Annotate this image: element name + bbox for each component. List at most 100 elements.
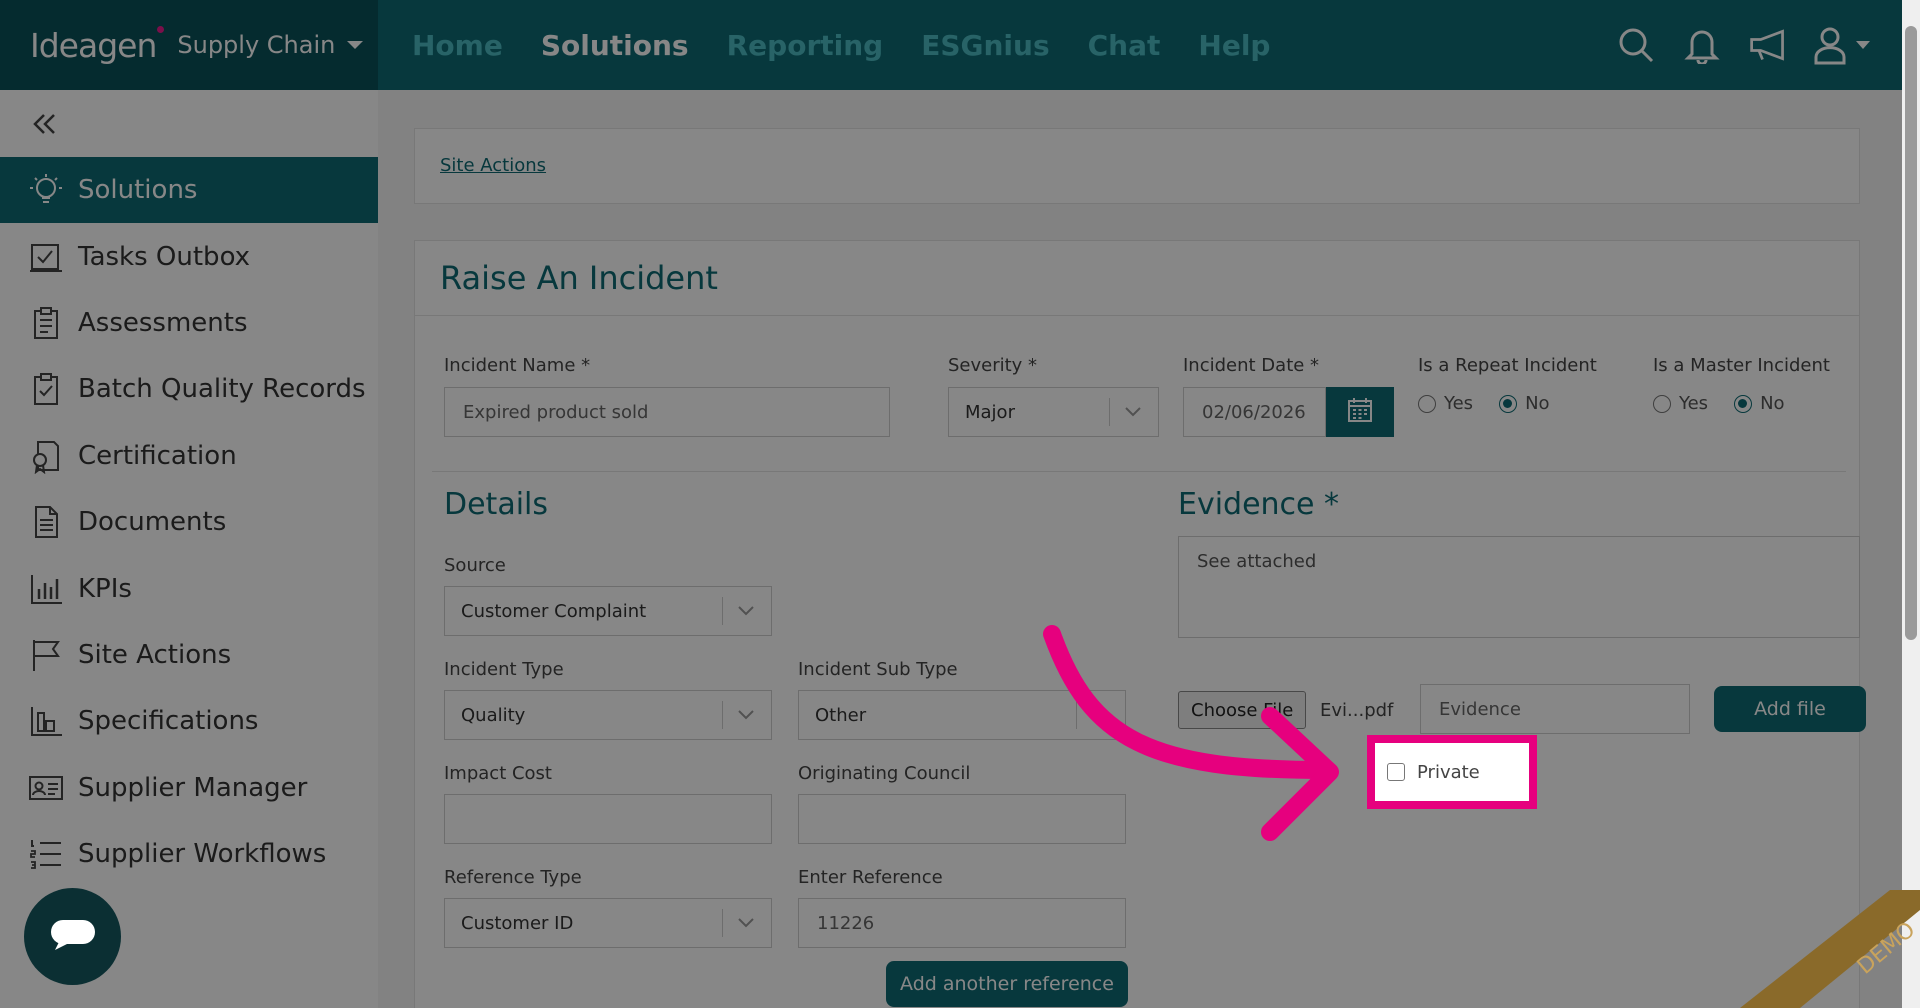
- severity-value: Major: [965, 401, 1015, 423]
- add-reference-button[interactable]: Add another reference: [886, 961, 1128, 1007]
- arrow-annotation-icon: [1043, 625, 1339, 841]
- source-label: Source: [444, 555, 506, 576]
- sidebar-item-tasks-outbox[interactable]: Tasks Outbox: [0, 223, 378, 289]
- sidebar-item-supplier-workflows[interactable]: Supplier Workflows: [0, 821, 378, 887]
- impact-cost-label: Impact Cost: [444, 763, 552, 784]
- collapse-sidebar-icon[interactable]: [30, 110, 60, 140]
- source-value: Customer Complaint: [461, 600, 647, 622]
- incident-sub-type-value: Other: [815, 704, 867, 726]
- sidebar-item-label: Supplier Workflows: [78, 839, 327, 870]
- numbered-list-icon: [28, 836, 64, 872]
- repeat-no-label: No: [1525, 393, 1550, 414]
- incident-type-value: Quality: [461, 704, 526, 726]
- private-checkbox[interactable]: [1387, 763, 1405, 781]
- clipboard-check-icon: [28, 371, 64, 407]
- select-separator: [722, 909, 723, 937]
- specs-icon: [28, 703, 64, 739]
- incident-date-value: 02/06/2026: [1202, 401, 1306, 423]
- nav-chat[interactable]: Chat: [1088, 29, 1161, 62]
- repeat-no-radio[interactable]: [1499, 394, 1518, 413]
- user-icon[interactable]: [1814, 25, 1874, 65]
- sidebar-item-label: Documents: [78, 507, 227, 538]
- incident-name-input[interactable]: Expired product sold: [444, 387, 890, 437]
- clipboard-icon: [28, 305, 64, 341]
- severity-label: Severity *: [948, 355, 1038, 376]
- scrollbar-thumb[interactable]: [1905, 26, 1917, 640]
- repeat-yes-label: Yes: [1444, 393, 1474, 414]
- nav-reporting[interactable]: Reporting: [727, 29, 884, 62]
- nav-help[interactable]: Help: [1198, 29, 1270, 62]
- sidebar-item-kpis[interactable]: KPIs: [0, 555, 378, 621]
- nav-home[interactable]: Home: [412, 29, 503, 62]
- document-icon: [28, 504, 64, 540]
- select-separator: [1109, 398, 1110, 426]
- master-yes-radio[interactable]: [1653, 394, 1671, 413]
- logo-dot: [157, 25, 165, 33]
- incident-date-input[interactable]: 02/06/2026: [1183, 387, 1326, 437]
- chart-icon: [28, 571, 64, 607]
- search-icon[interactable]: [1616, 25, 1656, 65]
- brand-product: Supply Chain: [177, 31, 336, 59]
- chat-icon: [49, 918, 97, 956]
- sidebar-item-specifications[interactable]: Specifications: [0, 688, 378, 754]
- add-file-button[interactable]: Add file: [1714, 686, 1866, 732]
- calendar-button[interactable]: [1326, 387, 1394, 437]
- reference-type-value: Customer ID: [461, 912, 574, 934]
- reference-type-label: Reference Type: [444, 867, 582, 888]
- evidence-heading: Evidence *: [1178, 487, 1340, 522]
- nav-solutions[interactable]: Solutions: [541, 29, 689, 62]
- private-label: Private: [1417, 761, 1480, 783]
- sidebar-item-documents[interactable]: Documents: [0, 489, 378, 555]
- sidebar-item-site-actions[interactable]: Site Actions: [0, 622, 378, 688]
- severity-select[interactable]: Major: [948, 387, 1159, 437]
- evidence-input[interactable]: Evidence: [1420, 684, 1690, 734]
- private-checkbox-highlight[interactable]: Private: [1367, 735, 1537, 809]
- brand[interactable]: Ideagen Supply Chain: [0, 0, 378, 90]
- sidebar-items: Solutions Tasks Outbox Assessments Batch…: [0, 157, 378, 887]
- breadcrumb-site-actions[interactable]: Site Actions: [440, 155, 546, 176]
- chevron-down-icon: [737, 601, 755, 619]
- enter-reference-value: 11226: [817, 912, 875, 934]
- enter-reference-input[interactable]: 11226: [798, 898, 1126, 948]
- repeat-incident-radios: Yes No: [1418, 393, 1550, 414]
- chat-button[interactable]: [24, 888, 121, 985]
- sidebar-item-solutions[interactable]: Solutions: [0, 157, 378, 224]
- sidebar-item-label: Site Actions: [78, 639, 232, 670]
- incident-date-label: Incident Date *: [1183, 355, 1320, 376]
- bell-icon[interactable]: [1682, 25, 1722, 65]
- chevron-down-icon: [737, 913, 755, 931]
- breadcrumb: Site Actions: [414, 128, 1860, 204]
- master-no-label: No: [1760, 393, 1785, 414]
- master-incident-radios: Yes No: [1653, 393, 1785, 414]
- sidebar-item-certification[interactable]: Certification: [0, 423, 378, 489]
- evidence-input-value: Evidence: [1439, 698, 1521, 720]
- incident-type-select[interactable]: Quality: [444, 690, 772, 740]
- details-heading: Details: [444, 487, 549, 522]
- reference-type-select[interactable]: Customer ID: [444, 898, 772, 948]
- calendar-icon: [1347, 397, 1373, 427]
- brand-logo: Ideagen: [30, 25, 157, 65]
- sidebar-item-label: KPIs: [78, 573, 132, 604]
- enter-reference-label: Enter Reference: [798, 867, 943, 888]
- sidebar-item-assessments[interactable]: Assessments: [0, 290, 378, 356]
- master-no-radio[interactable]: [1734, 394, 1753, 413]
- sidebar-item-supplier-manager[interactable]: Supplier Manager: [0, 755, 378, 821]
- main-nav: Home Solutions Reporting ESGnius Chat He…: [412, 0, 1270, 90]
- megaphone-icon[interactable]: [1748, 25, 1788, 65]
- source-select[interactable]: Customer Complaint: [444, 586, 772, 636]
- sidebar-item-batch-quality-records[interactable]: Batch Quality Records: [0, 356, 378, 422]
- nav-esgnius[interactable]: ESGnius: [921, 29, 1049, 62]
- chevron-down-icon: [347, 41, 364, 49]
- incident-type-label: Incident Type: [444, 659, 564, 680]
- title-divider: [415, 315, 1859, 316]
- sidebar-item-label: Certification: [78, 440, 237, 471]
- chevron-down-icon: [737, 705, 755, 723]
- row-divider: [432, 471, 1846, 472]
- sidebar-item-label: Solutions: [78, 175, 198, 206]
- demo-ribbon: DEMO: [1740, 890, 1920, 1008]
- scrollbar[interactable]: [1902, 0, 1920, 1008]
- repeat-yes-radio[interactable]: [1418, 394, 1436, 413]
- impact-cost-input[interactable]: [444, 794, 772, 844]
- incident-sub-type-label: Incident Sub Type: [798, 659, 958, 680]
- sidebar-item-label: Specifications: [78, 706, 259, 737]
